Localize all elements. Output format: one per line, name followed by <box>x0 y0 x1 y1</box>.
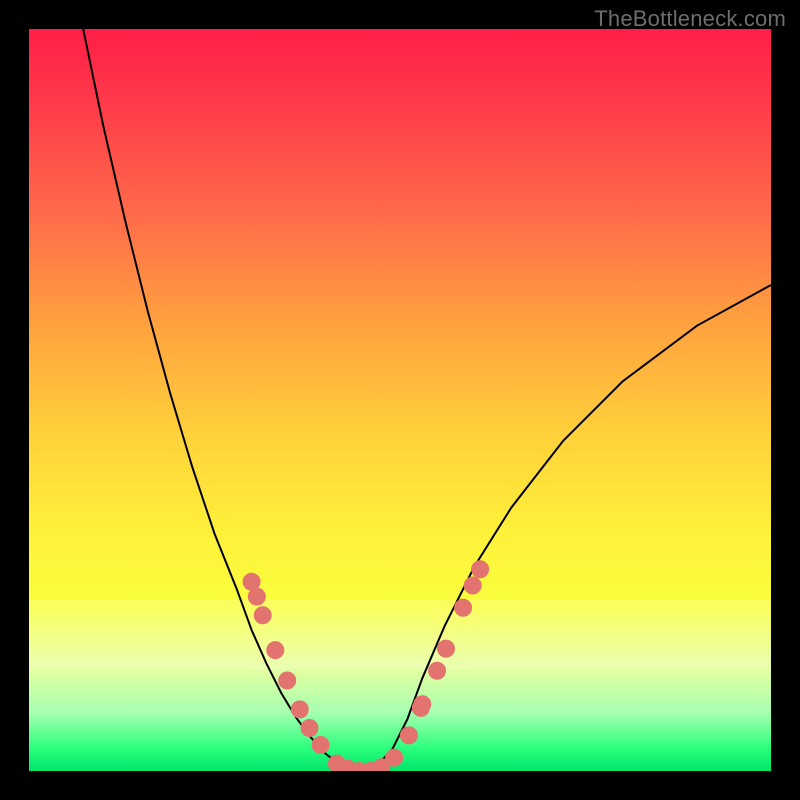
chart-svg <box>29 29 771 771</box>
curve-marker <box>279 672 296 689</box>
chart-frame: TheBottleneck.com <box>0 0 800 800</box>
curve-marker <box>455 599 472 616</box>
curve-marker <box>464 577 481 594</box>
curve-marker <box>301 720 318 737</box>
curve-marker <box>267 642 284 659</box>
curve-marker <box>291 701 308 718</box>
marker-group <box>243 561 489 771</box>
curve-marker <box>312 737 329 754</box>
chart-plot-area <box>29 29 771 771</box>
curve-marker <box>472 561 489 578</box>
curve-marker <box>414 696 431 713</box>
curve-marker <box>254 607 271 624</box>
curve-marker <box>429 662 446 679</box>
watermark-text: TheBottleneck.com <box>594 6 786 32</box>
curve-marker <box>438 640 455 657</box>
curve-marker <box>386 749 403 766</box>
bottleneck-curve-path <box>83 29 771 771</box>
curve-marker <box>400 727 417 744</box>
curve-marker <box>248 588 265 605</box>
